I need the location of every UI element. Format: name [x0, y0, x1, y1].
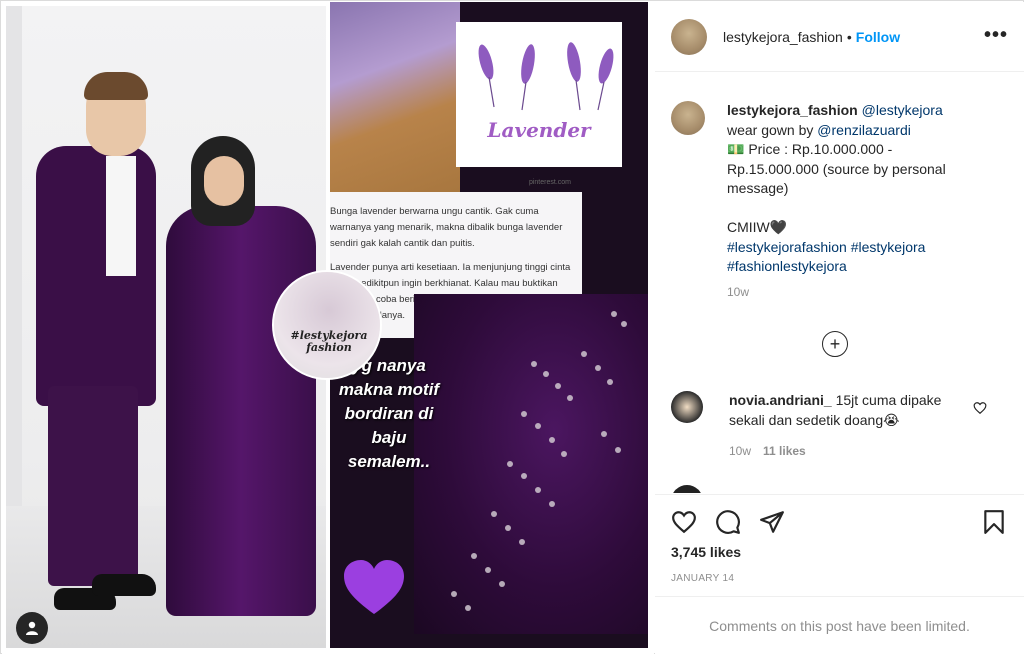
lavender-basket-photo: [330, 2, 460, 197]
post-date[interactable]: JANUARY 14: [671, 573, 734, 584]
action-bar: [655, 494, 1024, 542]
share-icon[interactable]: [759, 509, 785, 535]
user-icon: [26, 621, 38, 635]
caption-time[interactable]: 10w: [727, 283, 977, 303]
heart-icon[interactable]: [671, 509, 697, 535]
author-username[interactable]: lestykejora_fashion: [723, 29, 843, 45]
pinterest-label: pinterest.com: [528, 179, 571, 186]
next-comment-avatar[interactable]: [671, 485, 703, 493]
author-avatar[interactable]: [671, 18, 707, 55]
sequin-pattern: [451, 311, 627, 611]
comments-limited-notice: Comments on this post have been limited.: [655, 596, 1024, 654]
commenter-avatar[interactable]: [671, 391, 703, 423]
money-icon: 💵: [727, 141, 745, 157]
purple-heart-icon: [344, 560, 404, 614]
post-header: lestykejora_fashion • Follow •••: [655, 2, 1024, 72]
comment-like-heart-icon[interactable]: [973, 401, 987, 415]
comment-likes[interactable]: 11 likes: [763, 442, 806, 462]
comment-item: novia.andriani_ 15jt cuma dipake sekali …: [671, 391, 959, 462]
post-sidebar: lestykejora_fashion • Follow ••• lestyke…: [655, 2, 1024, 654]
caption-body: lestykejora_fashion @lestykejora wear go…: [727, 101, 977, 302]
caption: lestykejora_fashion @lestykejora wear go…: [671, 101, 977, 302]
watermark-badge: #lestykejora fashion: [272, 270, 382, 380]
watermark-label: #lestykejora fashion: [290, 329, 368, 354]
follow-button[interactable]: Follow: [856, 29, 900, 45]
man-suit: [36, 146, 156, 406]
caption-hashtags[interactable]: #lestykejorafashion #lestykejora #fashio…: [727, 239, 925, 275]
sequin-embroidery-photo: [414, 294, 648, 634]
load-more-comments-button[interactable]: +: [822, 331, 848, 357]
post-frame: Lavender pinterest.com Bunga lavender be…: [0, 0, 1024, 654]
lavender-sprigs-icon: [478, 42, 614, 111]
caption-mention-2[interactable]: @renzilazuardi: [817, 122, 911, 138]
bookmark-icon[interactable]: [981, 509, 1007, 535]
plus-circle-icon: +: [829, 334, 841, 354]
post-media[interactable]: Lavender pinterest.com Bunga lavender be…: [2, 2, 654, 654]
comment-meta: 10w 11 likes: [729, 442, 959, 462]
article-paragraph-1: Bunga lavender berwarna ungu cantik. Gak…: [330, 206, 563, 249]
likes-count[interactable]: 3,745 likes: [671, 544, 741, 560]
lavender-title: Lavender: [487, 118, 591, 142]
caption-line: wear gown by: [727, 121, 814, 138]
comment-time[interactable]: 10w: [729, 442, 751, 462]
caption-avatar[interactable]: [671, 101, 705, 135]
man-shirt: [106, 156, 136, 276]
caption-mention[interactable]: @lestykejora: [862, 102, 943, 118]
caption-username[interactable]: lestykejora_fashion: [727, 102, 858, 118]
commenter-username[interactable]: novia.andriani_: [729, 392, 832, 408]
more-icon[interactable]: •••: [984, 24, 1008, 47]
caption-cmiiw: CMIIW🖤: [727, 219, 788, 235]
separator-dot: •: [846, 28, 852, 45]
woman-gown: [166, 206, 316, 616]
lavender-card: Lavender: [456, 22, 622, 167]
shoe-right: [92, 574, 156, 596]
tagged-user-button[interactable]: [16, 612, 48, 644]
man-trousers: [48, 386, 138, 586]
caption-price: Price : Rp.10.000.000 - Rp.15.000.000 (s…: [727, 141, 946, 196]
man-hair: [84, 72, 148, 100]
comment-icon[interactable]: [715, 509, 741, 535]
comment-body: novia.andriani_ 15jt cuma dipake sekali …: [729, 391, 959, 462]
woman-face: [204, 156, 244, 206]
comments-section: lestykejora_fashion @lestykejora wear go…: [655, 73, 1024, 493]
next-comment-text: … … …: [729, 485, 779, 493]
